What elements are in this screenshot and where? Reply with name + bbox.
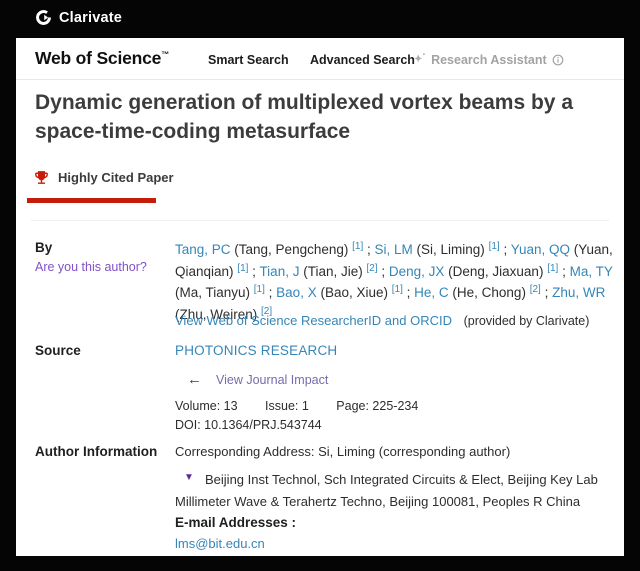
author-separator: ; xyxy=(378,264,389,279)
trophy-icon xyxy=(33,169,50,186)
nav-research-assistant-label: Research Assistant xyxy=(431,53,547,67)
trademark-symbol: ™ xyxy=(161,50,169,59)
affiliation-superscript[interactable]: [2] xyxy=(366,263,377,274)
affiliation-superscript[interactable]: [1] xyxy=(254,284,265,295)
clarivate-brand-name: Clarivate xyxy=(59,10,122,26)
issue-value: Issue: 1 xyxy=(265,399,309,413)
nav-smart-search[interactable]: Smart Search xyxy=(208,53,289,67)
volume-value: Volume: 13 xyxy=(175,399,238,413)
journal-impact-row: ← View Journal Impact xyxy=(187,371,328,388)
author-link[interactable]: Tang, PC xyxy=(175,242,231,257)
email-addresses-label: E-mail Addresses : xyxy=(175,515,296,530)
nav-research-assistant[interactable]: ✦ Research Assistant xyxy=(414,53,564,67)
wos-logo-text: Web of Science xyxy=(35,48,161,68)
highly-cited-badge: Highly Cited Paper xyxy=(33,169,174,186)
affiliation-superscript[interactable]: [1] xyxy=(392,284,403,295)
author-separator: ; xyxy=(265,285,276,300)
author-full-name: (Tang, Pengcheng) xyxy=(231,242,353,257)
record-panel: Web of Science™ Smart Search Advanced Se… xyxy=(16,38,624,556)
affiliation-superscript[interactable]: [1] xyxy=(489,241,500,252)
info-icon xyxy=(552,54,564,66)
affiliation-superscript[interactable]: [1] xyxy=(237,263,248,274)
sparkle-icon: ✦ xyxy=(414,53,426,65)
article-title: Dynamic generation of multiplexed vortex… xyxy=(35,88,625,146)
author-separator: ; xyxy=(541,285,552,300)
author-link[interactable]: Deng, JX xyxy=(389,264,445,279)
researcher-id-link[interactable]: View Web of Science ResearcherID and ORC… xyxy=(175,313,452,328)
author-separator: ; xyxy=(248,264,259,279)
journal-link[interactable]: PHOTONICS RESEARCH xyxy=(175,343,337,358)
affiliation-address: Beijing Inst Technol, Sch Integrated Cir… xyxy=(175,469,631,512)
author-full-name: (Deng, Jiaxuan) xyxy=(444,264,547,279)
back-arrow-icon[interactable]: ← xyxy=(187,371,202,388)
author-link[interactable]: Bao, X xyxy=(276,285,317,300)
source-label: Source xyxy=(35,343,81,358)
author-full-name: (He, Chong) xyxy=(449,285,530,300)
author-link[interactable]: He, C xyxy=(414,285,449,300)
author-link[interactable]: Ma, TY xyxy=(570,264,613,279)
author-link[interactable]: Si, LM xyxy=(375,242,413,257)
author-separator: ; xyxy=(500,242,511,257)
provided-by-note: (provided by Clarivate) xyxy=(464,314,590,328)
affiliation-superscript[interactable]: [1] xyxy=(547,263,558,274)
author-separator: ; xyxy=(403,285,414,300)
affiliation-superscript[interactable]: [2] xyxy=(530,284,541,295)
are-you-this-author-link[interactable]: Are you this author? xyxy=(35,260,147,274)
author-separator: ; xyxy=(363,242,374,257)
doi-row: DOI: 10.1364/PRJ.543744 xyxy=(175,418,322,432)
clarivate-topbar: Clarivate xyxy=(0,0,640,38)
researcher-id-row: View Web of Science ResearcherID and ORC… xyxy=(175,313,589,328)
author-full-name: (Tian, Jie) xyxy=(299,264,366,279)
nav-advanced-search[interactable]: Advanced Search xyxy=(310,53,415,67)
clarivate-icon xyxy=(35,9,52,26)
author-link[interactable]: Tian, J xyxy=(259,264,299,279)
author-full-name: (Ma, Tianyu) xyxy=(175,285,254,300)
volume-issue-page-row: Volume: 13 Issue: 1 Page: 225-234 xyxy=(175,399,442,413)
email-link[interactable]: lms@bit.edu.cn xyxy=(175,536,265,551)
by-label: By xyxy=(35,240,52,255)
author-separator: ; xyxy=(558,264,569,279)
author-link[interactable]: Zhu, WR xyxy=(552,285,605,300)
author-full-name: (Si, Liming) xyxy=(413,242,489,257)
highly-cited-label: Highly Cited Paper xyxy=(58,170,174,185)
red-underline-bar xyxy=(27,198,156,203)
author-full-name: (Bao, Xiue) xyxy=(317,285,392,300)
section-divider xyxy=(31,220,609,221)
web-of-science-logo[interactable]: Web of Science™ xyxy=(35,48,169,69)
corresponding-address: Corresponding Address: Si, Liming (corre… xyxy=(175,444,510,459)
author-link[interactable]: Yuan, QQ xyxy=(511,242,570,257)
view-journal-impact-link[interactable]: View Journal Impact xyxy=(216,373,328,387)
wos-header: Web of Science™ Smart Search Advanced Se… xyxy=(16,38,624,80)
page-value: Page: 225-234 xyxy=(336,399,418,413)
author-information-label: Author Information xyxy=(35,444,157,459)
clarivate-logo[interactable]: Clarivate xyxy=(35,9,122,26)
affiliation-superscript[interactable]: [1] xyxy=(352,241,363,252)
